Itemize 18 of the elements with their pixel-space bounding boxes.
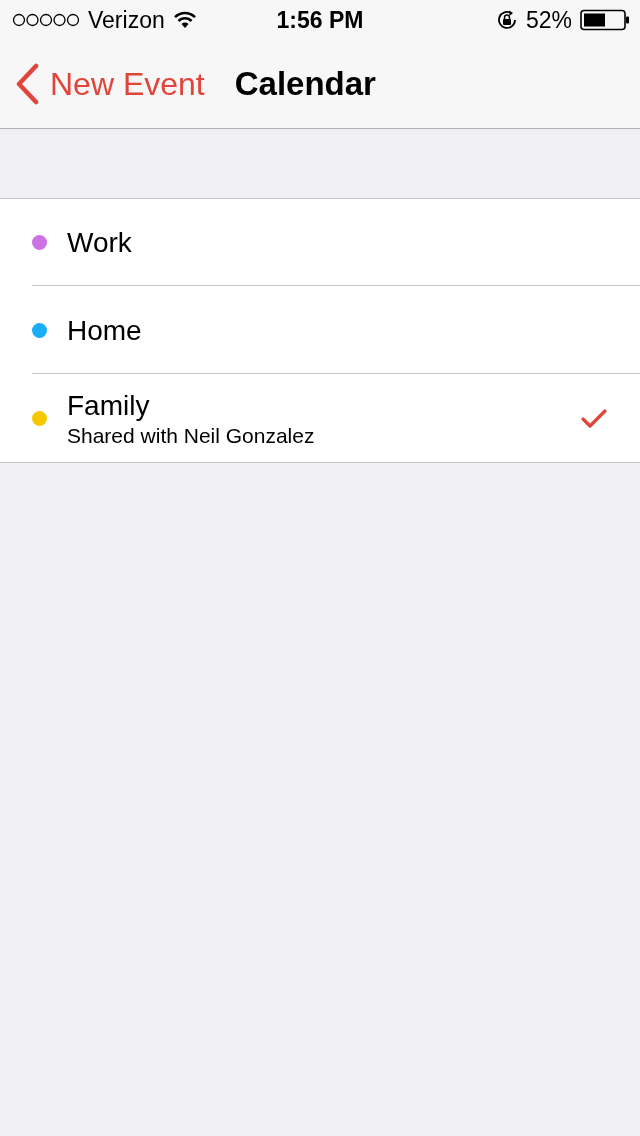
status-time: 1:56 PM <box>276 6 364 34</box>
calendar-row[interactable]: Family Shared with Neil Gonzalez <box>0 375 640 462</box>
calendar-row[interactable]: Home <box>0 287 640 374</box>
signal-icon <box>12 13 80 27</box>
rotation-lock-icon <box>495 9 518 31</box>
battery-icon <box>580 9 630 31</box>
calendar-row[interactable]: Work <box>0 199 640 286</box>
back-button[interactable]: New Event <box>14 63 205 105</box>
calendar-name: Family <box>67 389 151 422</box>
calendar-subtitle: Shared with Neil Gonzalez <box>67 423 316 448</box>
battery-percent: 52% <box>525 6 572 34</box>
carrier-name: Verizon <box>88 6 165 34</box>
calendar-name: Home <box>67 314 143 347</box>
wifi-icon <box>172 11 197 29</box>
nav-title: Calendar <box>234 65 376 103</box>
calendar-name: Work <box>67 226 133 259</box>
checkmark-icon <box>580 407 608 430</box>
back-chevron-icon <box>14 63 40 105</box>
